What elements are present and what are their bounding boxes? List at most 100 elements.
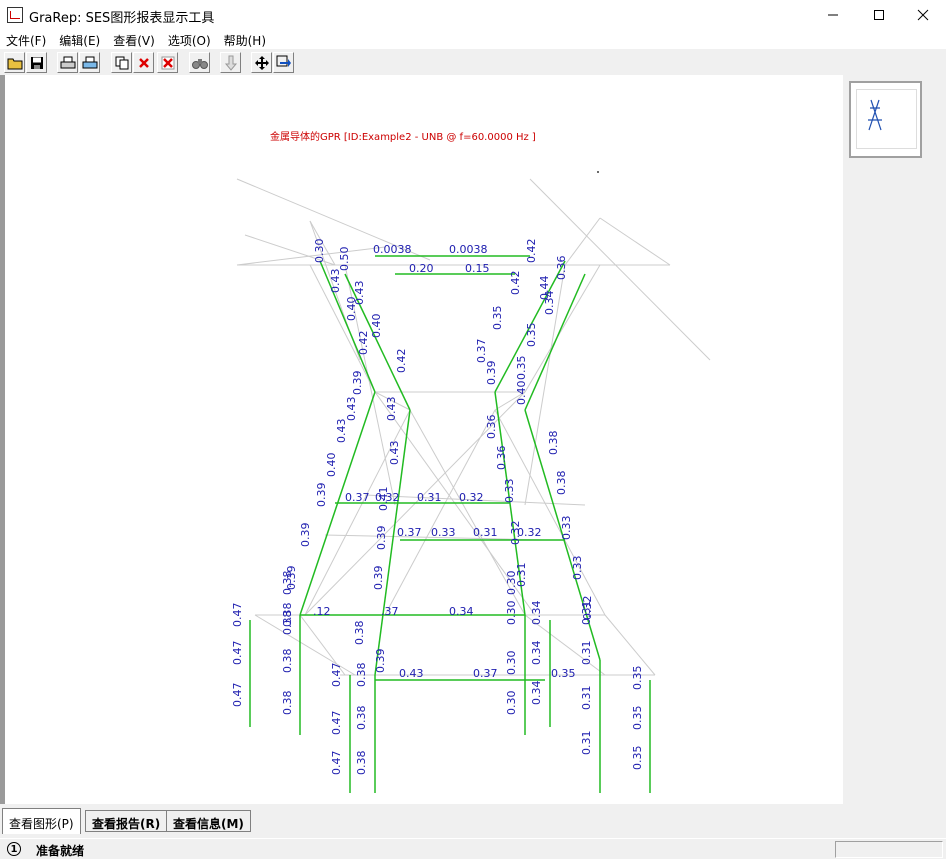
delete-all-icon [161, 56, 174, 69]
plot-dot-marker [597, 171, 599, 173]
status-text: 准备就绪 [36, 844, 85, 858]
gpr-label: 0.40 [370, 314, 383, 339]
gpr-label: 0.36 [485, 415, 498, 440]
gpr-label: 0.30 [505, 601, 518, 626]
status-info-icon: 1 [7, 842, 21, 856]
gpr-label: 0.35 [631, 666, 644, 691]
window-title: GraRep: SES图形报表显示工具 [29, 11, 215, 26]
gpr-label: 0.32 [459, 491, 484, 504]
save-icon [30, 56, 43, 69]
gpr-label: 0.34 [530, 681, 543, 706]
gpr-labels-vertical: 0.30 0.500.43 0.430.400.400.420.420.420.36… [231, 239, 644, 776]
gpr-label: 0.39 [351, 371, 364, 396]
gpr-label: 0.50 [338, 247, 351, 272]
gpr-label: 0.34 [530, 641, 543, 666]
find-button[interactable] [189, 52, 210, 73]
close-button[interactable] [900, 0, 946, 30]
copy-icon [115, 56, 128, 69]
move-button[interactable] [251, 52, 272, 73]
open-button[interactable] [4, 52, 25, 73]
gpr-label: 0.38 [555, 471, 568, 496]
gpr-label: 0.33 [431, 526, 456, 539]
print-button[interactable] [57, 52, 78, 73]
plot-canvas[interactable]: 金属导体的GPR [ID:Example2 - UNB @ f=60.0000 … [0, 75, 843, 804]
view-tabs: 查看图形(P) 查看报告(R) 查看信息(M) [0, 806, 946, 836]
gpr-label: 0.33 [560, 516, 573, 541]
fit-icon [276, 55, 291, 67]
gpr-label: 0.36 [495, 446, 508, 471]
print-preview-button[interactable] [79, 52, 100, 73]
save-button[interactable] [26, 52, 47, 73]
page-thumbnail[interactable] [849, 81, 922, 158]
gpr-label: 0.47 [330, 711, 343, 736]
fit-button[interactable] [273, 52, 294, 73]
close-icon [917, 9, 929, 21]
gpr-label: 0.35 [631, 706, 644, 731]
down-arrow-icon [224, 55, 237, 71]
gpr-label: 0.33 [571, 556, 584, 581]
menu-file[interactable]: 文件(F) [0, 30, 53, 49]
gpr-label: 0.39 [485, 361, 498, 386]
gpr-label: 0.43 [345, 397, 358, 422]
gpr-label: 0.15 [465, 262, 490, 275]
menu-bar: 文件(F) 编辑(E) 查看(V) 选项(O) 帮助(H) [0, 30, 946, 49]
gpr-label: 0.38 [281, 649, 294, 674]
gpr-label: 0.47 [231, 641, 244, 666]
gpr-label: 0.42 [525, 239, 538, 264]
gpr-label: 0.31 [473, 526, 498, 539]
delete-all-button[interactable] [157, 52, 178, 73]
gpr-label: 0.37 [345, 491, 370, 504]
print-icon [60, 56, 75, 68]
app-window: GraRep: SES图形报表显示工具 文件(F) 编辑(E) 查看(V) 选项… [0, 0, 946, 859]
gpr-label: 0.43 [335, 419, 348, 444]
delete-icon [138, 57, 149, 68]
menu-edit[interactable]: 编辑(E) [53, 30, 107, 49]
open-folder-icon [7, 58, 22, 69]
gpr-label: 0.34 [449, 605, 474, 618]
status-pane [835, 841, 943, 858]
maximize-icon [874, 10, 884, 20]
gpr-label: 0.34 [543, 291, 556, 316]
gpr-label: 0.43 [329, 269, 342, 294]
gpr-label: 0.39 [299, 523, 312, 548]
gpr-label: 0.38 [355, 706, 368, 731]
menu-options[interactable]: 选项(O) [162, 30, 218, 49]
gpr-label: 0.30 [505, 651, 518, 676]
gpr-label: 0.30 [505, 571, 518, 596]
move-icon [254, 55, 269, 70]
gpr-label: 0.42 [357, 331, 370, 356]
gpr-label: 0.47 [231, 683, 244, 708]
tab-view-info[interactable]: 查看信息(M) [166, 810, 251, 832]
gpr-label: 0.32 [509, 521, 522, 546]
gpr-label: 0.43 [399, 667, 424, 680]
tower-thumbnail-icon [868, 99, 882, 131]
gpr-label: 0.35 [515, 356, 528, 381]
gpr-label: 0.31 [580, 601, 593, 626]
gpr-label: 0.47 [231, 603, 244, 628]
delete-button[interactable] [133, 52, 154, 73]
tab-view-report[interactable]: 查看报告(R) [85, 810, 168, 832]
gpr-label: 0.34 [530, 601, 543, 626]
tab-view-graph[interactable]: 查看图形(P) [2, 808, 81, 834]
gpr-label: 0.38 [353, 621, 366, 646]
gpr-label: 0.0038 [373, 243, 412, 256]
copy-button[interactable] [111, 52, 132, 73]
plot-title: 金属导体的GPR [ID:Example2 - UNB @ f=60.0000 … [270, 130, 536, 143]
gpr-label: 0.43 [385, 397, 398, 422]
title-bar[interactable]: GraRep: SES图形报表显示工具 [0, 0, 946, 30]
gpr-label: 0.47 [330, 663, 343, 688]
gpr-label: 0.35 [525, 323, 538, 348]
menu-view[interactable]: 查看(V) [107, 30, 162, 49]
gpr-label: 0.39 [372, 566, 385, 591]
gpr-label: 0.40 [325, 453, 338, 478]
gpr-label: 0.38 [281, 603, 294, 628]
down-button[interactable] [220, 52, 241, 73]
app-icon [7, 7, 23, 23]
gpr-label: 0.37 [475, 339, 488, 364]
maximize-button[interactable] [856, 0, 902, 30]
gpr-label: 0.38 [355, 751, 368, 776]
minimize-button[interactable] [810, 0, 856, 30]
gpr-label: 0.35 [491, 306, 504, 331]
gpr-label: 0.30 [313, 239, 326, 264]
menu-help[interactable]: 帮助(H) [218, 30, 273, 49]
